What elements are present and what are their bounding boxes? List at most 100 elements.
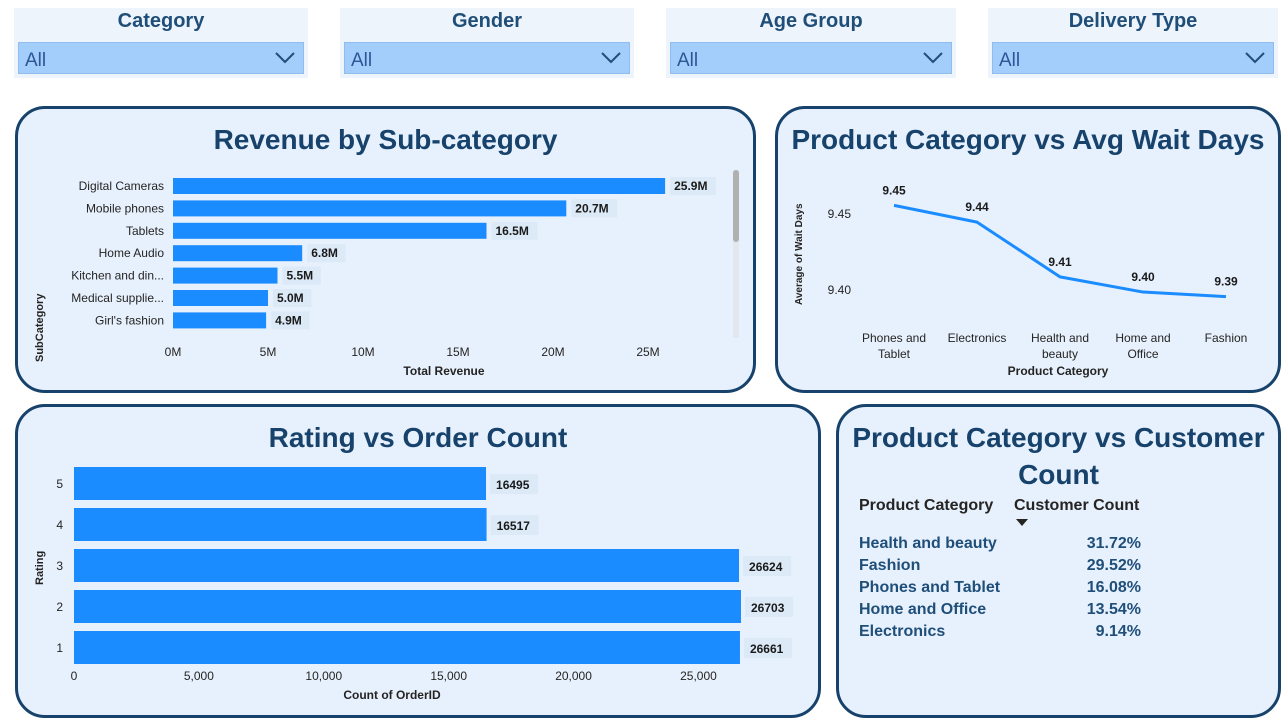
x-tick-label: Phones and [862, 331, 926, 345]
x-tick-label: 15M [446, 345, 469, 359]
delivery-type-slicer: Delivery Type All [988, 8, 1278, 78]
data-label: 9.45 [882, 183, 906, 197]
rating-card: Rating vs Order Count Rating Count of Or… [15, 404, 821, 718]
revenue-bar-chart: SubCategory Total Revenue 0M 5M 10M 15M 20M 2… [34, 170, 739, 378]
data-label: 26661 [750, 642, 784, 656]
bar [74, 508, 487, 541]
rating-bar-chart: Rating Count of OrderID 0 5,000 10,000 15,0… [34, 467, 793, 702]
x-tick-label: Tablet [878, 347, 911, 361]
wait-days-line-chart: Average of Wait Days Product Category 9.… [794, 183, 1248, 378]
y-tick-label: 5 [56, 477, 63, 491]
data-label: 20.7M [575, 201, 608, 215]
cell-value: 9.14% [1095, 623, 1141, 640]
dropdown-value: All [351, 50, 373, 71]
table-row: Electronics 9.14% [859, 623, 1141, 645]
y-axis-title: Rating [34, 551, 46, 585]
column-header-count[interactable]: Customer Count [1014, 497, 1139, 515]
scrollbar-thumb[interactable] [733, 170, 739, 242]
data-label: 16495 [496, 478, 530, 492]
wait-days-card: Product Category vs Avg Wait Days Averag… [775, 106, 1281, 393]
y-tick-label: Tablets [126, 224, 164, 238]
x-tick-label: 15,000 [430, 669, 467, 683]
x-axis-title: Product Category [1008, 364, 1109, 378]
y-tick-label: 9.40 [828, 283, 852, 297]
x-tick-label: 10,000 [305, 669, 342, 683]
cell-value: 13.54% [1086, 601, 1141, 618]
series-line [893, 203, 1227, 299]
data-label: 16.5M [496, 224, 529, 238]
y-tick-label: Mobile phones [86, 201, 164, 215]
bar [173, 267, 278, 284]
x-tick-label: 20,000 [555, 669, 592, 683]
y-tick-label: Medical supplie... [71, 291, 164, 305]
x-tick-label: beauty [1042, 347, 1078, 361]
table-title-line1: Product Category vs Customer [852, 422, 1265, 453]
x-tick-label: 10M [351, 345, 374, 359]
x-tick-label: 20M [541, 345, 564, 359]
cell-category: Home and Office [859, 601, 987, 618]
cell-category: Health and beauty [859, 535, 997, 552]
y-tick-label: Digital Cameras [79, 179, 164, 193]
cell-value: 29.52% [1086, 557, 1141, 574]
y-tick-label: 1 [56, 641, 63, 655]
data-label: 9.40 [1131, 270, 1155, 284]
data-label: 26703 [751, 601, 785, 615]
category-dropdown[interactable]: All [18, 42, 304, 74]
table-title-line2: Count [1018, 459, 1099, 490]
sort-descending-icon[interactable] [1016, 519, 1028, 527]
x-tick-label: 5M [260, 345, 277, 359]
y-tick-label: 4 [56, 518, 63, 532]
delivery-type-dropdown[interactable]: All [992, 42, 1274, 74]
bar [173, 178, 666, 194]
dropdown-value: All [677, 50, 699, 71]
x-tick-label: Health and [1031, 331, 1089, 345]
dropdown-value: All [25, 50, 47, 71]
table-row: Fashion 29.52% [859, 557, 1141, 579]
cell-category: Phones and Tablet [859, 579, 1001, 596]
data-label: 9.41 [1048, 255, 1072, 269]
y-tick-label: Home Audio [99, 246, 165, 260]
bar [173, 222, 487, 239]
cell-value: 16.08% [1086, 579, 1141, 596]
x-tick-label: Electronics [948, 331, 1007, 345]
cell-category: Electronics [859, 623, 946, 640]
data-label: 5.0M [277, 291, 304, 305]
gender-dropdown[interactable]: All [344, 42, 630, 74]
x-tick-label: 25,000 [680, 669, 717, 683]
data-label: 4.9M [275, 313, 302, 327]
y-tick-label: Kitchen and din... [71, 269, 164, 283]
slicer-title: Age Group [759, 10, 863, 32]
x-tick-label: Fashion [1205, 331, 1248, 345]
data-label: 26624 [749, 560, 783, 574]
cell-value: 31.72% [1086, 535, 1141, 552]
table-row: Health and beauty 31.72% [859, 535, 1141, 557]
gender-slicer: Gender All [340, 8, 634, 78]
chevron-down-icon [923, 52, 943, 64]
bar [74, 631, 740, 664]
age-group-dropdown[interactable]: All [670, 42, 952, 74]
data-label: 16517 [497, 519, 531, 533]
x-axis-title: Count of OrderID [343, 688, 441, 702]
x-tick-label: Office [1127, 347, 1158, 361]
x-tick-label: 5,000 [184, 669, 214, 683]
bar [74, 467, 487, 500]
x-tick-label: 25M [636, 345, 659, 359]
y-tick-label: Girl's fashion [95, 313, 164, 327]
data-label: 9.44 [965, 200, 989, 214]
chevron-down-icon [1245, 52, 1265, 64]
chevron-down-icon [275, 52, 295, 64]
x-tick-label: Home and [1115, 331, 1170, 345]
revenue-card: Revenue by Sub-category SubCategory Tota… [15, 106, 756, 393]
table-row: Phones and Tablet 16.08% [859, 579, 1141, 601]
category-slicer: Category All [14, 8, 308, 78]
x-tick-label: 0M [165, 345, 182, 359]
bar [74, 549, 740, 582]
column-header-category[interactable]: Product Category [859, 497, 993, 515]
age-group-slicer: Age Group All [666, 8, 956, 78]
data-label: 6.8M [311, 246, 338, 260]
bar [173, 290, 268, 306]
customer-count-card: Product Category vs Customer Count Produ… [836, 404, 1281, 718]
data-label: 9.39 [1214, 275, 1238, 289]
slicer-title: Delivery Type [1068, 10, 1198, 32]
cell-category: Fashion [859, 557, 921, 574]
